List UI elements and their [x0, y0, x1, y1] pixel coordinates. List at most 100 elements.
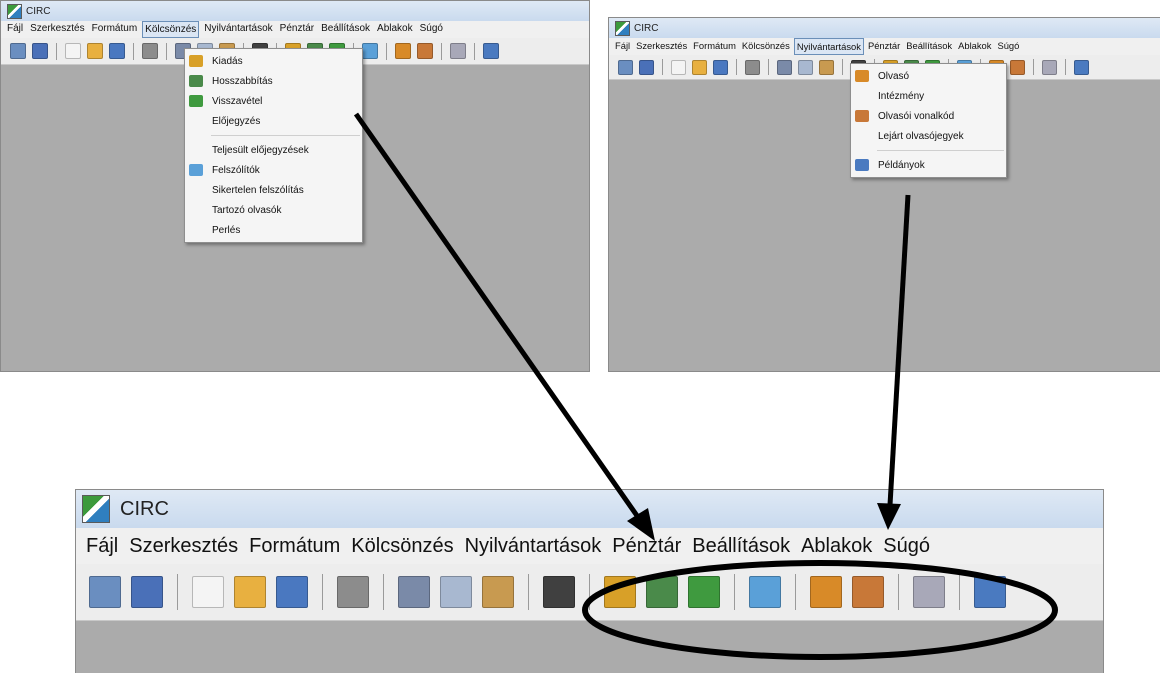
menu-item-hosszabbitas[interactable]: Hosszabbítás: [185, 71, 362, 91]
barcode-reader-icon[interactable]: [417, 43, 433, 59]
window-nyilvantartasok: CIRC Fájl Szerkesztés Formátum Kölcsönzé…: [608, 17, 1160, 372]
title-bar: CIRC: [1, 1, 589, 21]
menu-fajl[interactable]: Fájl: [5, 21, 25, 38]
save-icon[interactable]: [109, 43, 125, 59]
menu-szerkesztes[interactable]: Szerkesztés: [127, 528, 240, 564]
paste-icon[interactable]: [482, 576, 514, 608]
open-folder-icon[interactable]: [692, 59, 707, 75]
find-binoculars-icon[interactable]: [543, 576, 575, 608]
menu-beallitasok[interactable]: Beállítások: [319, 21, 372, 38]
tag-icon[interactable]: [1042, 59, 1057, 75]
toolbar-separator: [589, 574, 590, 610]
menu-item-intezmeny[interactable]: Intézmény: [851, 86, 1006, 106]
menu-item-olvaso[interactable]: Olvasó: [851, 66, 1006, 86]
menu-penztar[interactable]: Pénztár: [866, 38, 902, 55]
open-folder-icon[interactable]: [234, 576, 266, 608]
menu-item-lejart-olvasojegyek[interactable]: Lejárt olvasójegyek: [851, 126, 1006, 146]
copies-icon[interactable]: [974, 576, 1006, 608]
app-title: CIRC: [120, 497, 169, 520]
menu-beallitasok[interactable]: Beállítások: [904, 38, 954, 55]
barcode-reader-icon: [855, 110, 869, 122]
copy-icon[interactable]: [440, 576, 472, 608]
menu-nyilvantartasok[interactable]: Nyilvántartások: [463, 528, 604, 564]
save-icon[interactable]: [276, 576, 308, 608]
menu-kolcsonzes[interactable]: Kölcsönzés: [142, 21, 200, 38]
save-icon[interactable]: [713, 59, 728, 75]
cut-icon[interactable]: [398, 576, 430, 608]
menu-sugo[interactable]: Súgó: [995, 38, 1021, 55]
notice-icon[interactable]: [362, 43, 378, 59]
barcode-reader-icon[interactable]: [852, 576, 884, 608]
toolbar-separator: [441, 42, 442, 60]
menu-fajl[interactable]: Fájl: [613, 38, 632, 55]
toolbar-separator: [383, 574, 384, 610]
menu-sugo[interactable]: Súgó: [418, 21, 445, 38]
open-folder-icon[interactable]: [87, 43, 103, 59]
print-icon[interactable]: [745, 59, 760, 75]
print-icon[interactable]: [142, 43, 158, 59]
menu-szerkesztes[interactable]: Szerkesztés: [28, 21, 86, 38]
toolbar-separator: [133, 42, 134, 60]
copies-icon[interactable]: [1074, 59, 1089, 75]
menu-kolcsonzes[interactable]: Kölcsönzés: [349, 528, 455, 564]
menu-formatum[interactable]: Formátum: [247, 528, 342, 564]
menu-nyilvantartasok[interactable]: Nyilvántartások: [793, 38, 864, 55]
menu-nyilvantartasok[interactable]: Nyilvántartások: [202, 21, 274, 38]
menu-item-peldanyok[interactable]: Példányok: [851, 155, 1006, 175]
checkout-icon[interactable]: [604, 576, 636, 608]
menu-fajl[interactable]: Fájl: [84, 528, 120, 564]
kolcsonzes-dropdown: Kiadás Hosszabbítás Visszavétel Előjegyz…: [184, 48, 363, 243]
menu-item-kiadas[interactable]: Kiadás: [185, 51, 362, 71]
reader-icon[interactable]: [810, 576, 842, 608]
copies-icon[interactable]: [483, 43, 499, 59]
menu-item-visszavetel[interactable]: Visszavétel: [185, 91, 362, 111]
print-icon[interactable]: [337, 576, 369, 608]
copies-icon: [855, 159, 869, 171]
tag-icon[interactable]: [450, 43, 466, 59]
menu-item-olvasoi-vonalkod[interactable]: Olvasói vonalkód: [851, 106, 1006, 126]
menu-ablakok[interactable]: Ablakok: [956, 38, 993, 55]
new-document-icon[interactable]: [192, 576, 224, 608]
notice-icon[interactable]: [749, 576, 781, 608]
edit-pen-icon[interactable]: [32, 43, 48, 59]
menu-formatum[interactable]: Formátum: [691, 38, 738, 55]
menu-beallitasok[interactable]: Beállítások: [690, 528, 792, 564]
preview-icon[interactable]: [89, 576, 121, 608]
menu-item-felszolitok[interactable]: Felszólítók: [185, 160, 362, 180]
edit-pen-icon[interactable]: [131, 576, 163, 608]
paste-icon[interactable]: [819, 59, 834, 75]
menu-separator: [877, 150, 1004, 151]
edit-pen-icon[interactable]: [639, 59, 654, 75]
new-document-icon[interactable]: [671, 59, 686, 75]
menu-szerkesztes[interactable]: Szerkesztés: [634, 38, 689, 55]
return-icon: [189, 95, 203, 107]
copy-icon[interactable]: [798, 59, 813, 75]
menu-kolcsonzes[interactable]: Kölcsönzés: [740, 38, 792, 55]
renew-icon[interactable]: [646, 576, 678, 608]
title-bar: CIRC: [609, 18, 1160, 38]
menu-bar: Fájl Szerkesztés Formátum Kölcsönzés Nyi…: [1, 21, 589, 38]
toolbar-separator: [842, 59, 843, 75]
app-title: CIRC: [26, 5, 51, 17]
menu-item-tartozo-olvasok[interactable]: Tartozó olvasók: [185, 200, 362, 220]
return-icon[interactable]: [688, 576, 720, 608]
menu-penztar[interactable]: Pénztár: [610, 528, 683, 564]
menu-penztar[interactable]: Pénztár: [278, 21, 316, 38]
menu-formatum[interactable]: Formátum: [90, 21, 140, 38]
new-document-icon[interactable]: [65, 43, 81, 59]
notice-icon: [189, 164, 203, 176]
cut-icon[interactable]: [777, 59, 792, 75]
reader-icon[interactable]: [395, 43, 411, 59]
menu-item-elojegyzes[interactable]: Előjegyzés: [185, 111, 362, 131]
menu-ablakok[interactable]: Ablakok: [799, 528, 874, 564]
tag-icon[interactable]: [913, 576, 945, 608]
preview-icon[interactable]: [10, 43, 26, 59]
menu-item-sikertelen-felszolitas[interactable]: Sikertelen felszólítás: [185, 180, 362, 200]
preview-icon[interactable]: [618, 59, 633, 75]
menu-item-teljesult-elojegyzesek[interactable]: Teljesült előjegyzések: [185, 140, 362, 160]
menu-ablakok[interactable]: Ablakok: [375, 21, 415, 38]
barcode-reader-icon[interactable]: [1010, 59, 1025, 75]
menu-sugo[interactable]: Súgó: [881, 528, 932, 564]
circ-logo-icon: [615, 20, 630, 36]
menu-item-perles[interactable]: Perlés: [185, 220, 362, 240]
